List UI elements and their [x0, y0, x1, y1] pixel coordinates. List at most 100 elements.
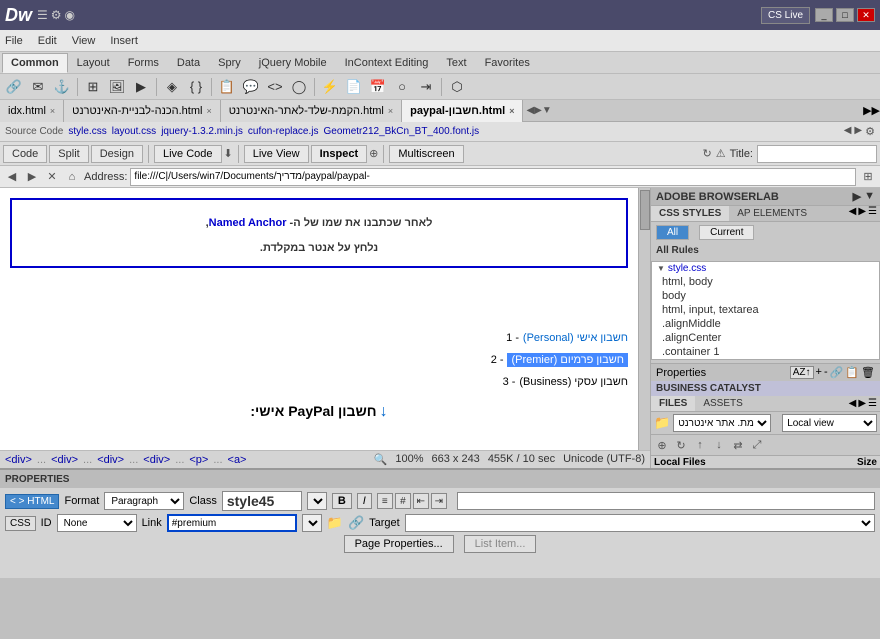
table-icon[interactable]: ⊞ — [82, 76, 104, 98]
tab-jquery-mobile[interactable]: jQuery Mobile — [250, 53, 336, 73]
rule-align-middle[interactable]: .alignMiddle — [652, 317, 879, 331]
file-tab-close-3[interactable]: × — [509, 106, 514, 116]
menu-edit[interactable]: Edit — [38, 35, 57, 47]
refresh-files-icon[interactable]: ↻ — [673, 437, 689, 453]
source-file-0[interactable]: style.css — [68, 126, 106, 137]
address-input[interactable] — [130, 168, 856, 186]
live-view-button[interactable]: Live View — [244, 145, 309, 163]
breadcrumb-div2[interactable]: <div> — [51, 454, 78, 466]
hyperlink-icon[interactable]: 🔗 — [3, 76, 25, 98]
file-tab-close-0[interactable]: × — [50, 106, 55, 116]
title-input[interactable] — [757, 145, 877, 163]
download-icon[interactable]: ↓ — [711, 437, 727, 453]
breadcrumb-a[interactable]: <a> — [228, 454, 247, 466]
error-icon[interactable]: ⚠ — [716, 147, 726, 160]
comment-icon[interactable]: 💬 — [240, 76, 262, 98]
multiscreen-button[interactable]: Multiscreen — [389, 145, 463, 163]
css-styles-tab[interactable]: CSS STYLES — [651, 206, 729, 221]
current-button[interactable]: Current — [699, 225, 754, 240]
inspect-button[interactable]: Inspect — [311, 145, 368, 163]
breadcrumb-div4[interactable]: <div> — [143, 454, 170, 466]
file-tab-close-1[interactable]: × — [206, 106, 211, 116]
az-icon[interactable]: AZ↑ — [790, 366, 814, 379]
object-icon[interactable]: ○ — [391, 76, 413, 98]
rule-container1[interactable]: .container 1 — [652, 345, 879, 359]
upload-icon[interactable]: ↑ — [692, 437, 708, 453]
refresh-icon[interactable]: ↻ — [702, 147, 711, 160]
rule-html-body[interactable]: html, body — [652, 275, 879, 289]
menu-insert[interactable]: Insert — [110, 35, 138, 47]
tab-data[interactable]: Data — [168, 53, 209, 73]
settings-icon[interactable]: ⚙ — [51, 8, 62, 22]
indent-left-icon[interactable]: ⇤ — [413, 493, 429, 509]
address-go-icon[interactable]: ⊞ — [859, 168, 877, 186]
tabs-scroll-left[interactable]: ◀ — [526, 105, 534, 116]
files-menu[interactable]: ☰ — [868, 398, 877, 409]
file-tab-3[interactable]: paypal-חשבון.html × — [402, 100, 523, 122]
rule-html-input[interactable]: html, input, textarea — [652, 303, 879, 317]
browserlab-menu[interactable]: ▼ — [864, 190, 875, 203]
add-prop-icon[interactable]: + — [816, 366, 822, 379]
target-select[interactable] — [405, 514, 875, 532]
id-select[interactable]: None — [57, 514, 137, 532]
business-catalyst-header[interactable]: BUSINESS CATALYST — [651, 381, 880, 396]
named-anchor-icon[interactable]: ⚓ — [51, 76, 73, 98]
help-icon[interactable]: ◉ — [65, 8, 75, 22]
tab-spry[interactable]: Spry — [209, 53, 250, 73]
expand-icon[interactable]: ⤢ — [749, 437, 765, 453]
live-code-button[interactable]: Live Code — [154, 145, 222, 163]
class-dropdown[interactable] — [307, 492, 327, 510]
tag-icon[interactable]: <> — [264, 76, 286, 98]
link-browse-icon[interactable]: 📁 — [327, 515, 343, 531]
scroll-thumb[interactable] — [640, 190, 650, 230]
source-file-2[interactable]: jquery-1.3.2.min.js — [161, 126, 243, 137]
view-dropdown[interactable]: Local view — [782, 414, 877, 432]
source-file-3[interactable]: cufon-replace.js — [248, 126, 319, 137]
file-tab-1[interactable]: הכנה-לבניית-האינטרנט.html × — [64, 100, 221, 122]
rule-body[interactable]: body — [652, 289, 879, 303]
file-icon[interactable]: 📄 — [343, 76, 365, 98]
file-tab-2[interactable]: הקמת-שלד-לאתר-האינטרנט.html × — [221, 100, 402, 122]
nav-icon[interactable]: ⇥ — [415, 76, 437, 98]
files-tab[interactable]: FILES — [651, 396, 695, 411]
css-button[interactable]: CSS — [5, 516, 36, 531]
browserlab-expand[interactable]: ▶ — [853, 190, 861, 203]
ordered-list-icon[interactable]: # — [395, 493, 411, 509]
panel-scroll-left[interactable]: ◀ — [849, 206, 857, 221]
tab-forms[interactable]: Forms — [119, 53, 168, 73]
snippet-icon[interactable]: { } — [185, 76, 207, 98]
cs-live-button[interactable]: CS Live — [761, 7, 810, 24]
tab-text[interactable]: Text — [437, 53, 475, 73]
head-icon[interactable]: ◯ — [288, 76, 310, 98]
format-select[interactable]: Paragraph — [104, 492, 184, 510]
site-dropdown[interactable]: מת. אתר אינטרנט — [673, 414, 771, 432]
unordered-list-icon[interactable]: ≡ — [377, 493, 393, 509]
home-button[interactable]: ⌂ — [63, 168, 81, 186]
files-scroll-right[interactable]: ▶ — [858, 398, 866, 409]
source-file-1[interactable]: layout.css — [112, 126, 156, 137]
stop-button[interactable]: ✕ — [43, 168, 61, 186]
link-dropdown[interactable] — [302, 514, 322, 532]
tabs-scroll-right[interactable]: ▶ — [534, 105, 542, 116]
list-item-button[interactable]: List Item... — [464, 535, 537, 553]
file-tab-0[interactable]: idx.html × — [0, 100, 64, 122]
menu-view[interactable]: View — [72, 35, 96, 47]
source-scroll-left[interactable]: ◀ — [844, 125, 852, 138]
back-button[interactable]: ◀ — [3, 168, 21, 186]
minus-prop-icon[interactable]: - — [824, 366, 828, 379]
media-icon[interactable]: ▶ — [130, 76, 152, 98]
breadcrumb-div3[interactable]: <div> — [97, 454, 124, 466]
status-search-icon[interactable]: 🔍 — [374, 453, 388, 466]
template-icon[interactable]: 📋 — [216, 76, 238, 98]
rules-list[interactable]: ▼ style.css html, body body html, input,… — [651, 261, 880, 360]
image-icon[interactable]: 🖼 — [106, 76, 128, 98]
italic-button[interactable]: I — [357, 493, 372, 509]
rule-style-css[interactable]: ▼ style.css — [652, 262, 879, 275]
tab-incontext-editing[interactable]: InContext Editing — [336, 53, 438, 73]
panel-scroll-right[interactable]: ▶ — [858, 206, 866, 221]
breadcrumb-p[interactable]: <p> — [189, 454, 208, 466]
link-input[interactable] — [167, 514, 297, 532]
widget-icon[interactable]: ◈ — [161, 76, 183, 98]
link-prop-icon[interactable]: 🔗 — [830, 366, 844, 379]
tab-common[interactable]: Common — [2, 53, 68, 73]
